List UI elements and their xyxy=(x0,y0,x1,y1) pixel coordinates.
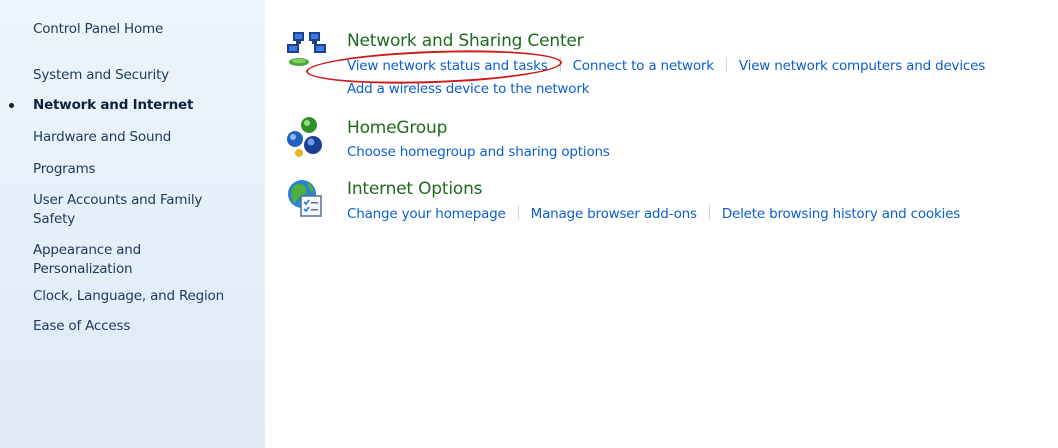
network-sharing-tasks-row1: View network status and tasks Connect to … xyxy=(347,56,985,76)
sidebar-item-label: Appearance and xyxy=(33,242,141,258)
control-panel-window: Control Panel Home System and Security N… xyxy=(0,0,1058,448)
main-content: Network and Sharing Center View network … xyxy=(265,0,1058,448)
separator xyxy=(517,205,519,220)
sidebar-item-ease-of-access[interactable]: Ease of Access xyxy=(33,317,130,336)
homegroup-title[interactable]: HomeGroup xyxy=(347,118,447,138)
change-homepage-link[interactable]: Change your homepage xyxy=(347,204,506,224)
connect-to-network-link[interactable]: Connect to a network xyxy=(573,56,715,76)
sidebar-item-label: User Accounts and Family xyxy=(33,192,203,208)
homegroup-icon[interactable] xyxy=(285,115,329,159)
sidebar-item-network-and-internet[interactable]: Network and Internet xyxy=(33,96,193,115)
active-bullet xyxy=(9,103,14,108)
sidebar-item-hardware-and-sound[interactable]: Hardware and Sound xyxy=(33,128,171,147)
sidebar: Control Panel Home System and Security N… xyxy=(0,0,265,448)
sidebar-item-control-panel-home[interactable]: Control Panel Home xyxy=(33,20,163,39)
sidebar-item-programs[interactable]: Programs xyxy=(33,160,96,179)
separator xyxy=(708,205,710,220)
manage-browser-addons-link[interactable]: Manage browser add-ons xyxy=(531,204,697,224)
view-network-computers-link[interactable]: View network computers and devices xyxy=(739,56,985,76)
sidebar-item-clock-language-region[interactable]: Clock, Language, and Region xyxy=(33,287,224,306)
sidebar-item-appearance[interactable]: Appearance and Personalization xyxy=(33,241,141,279)
internet-options-tasks-row1: Change your homepage Manage browser add-o… xyxy=(347,204,960,224)
add-wireless-device-link[interactable]: Add a wireless device to the network xyxy=(347,79,590,99)
sidebar-item-system-and-security[interactable]: System and Security xyxy=(33,66,169,85)
homegroup-tasks-row1: Choose homegroup and sharing options xyxy=(347,142,610,162)
network-sharing-center-title[interactable]: Network and Sharing Center xyxy=(347,31,584,51)
sidebar-item-label: Safety xyxy=(33,211,75,227)
internet-options-icon[interactable] xyxy=(285,176,329,220)
sidebar-item-user-accounts[interactable]: User Accounts and Family Safety xyxy=(33,191,202,229)
network-sharing-icon[interactable] xyxy=(285,28,329,72)
view-network-status-link[interactable]: View network status and tasks xyxy=(347,56,548,76)
delete-browsing-history-link[interactable]: Delete browsing history and cookies xyxy=(722,204,960,224)
internet-options-title[interactable]: Internet Options xyxy=(347,179,483,199)
separator xyxy=(725,57,727,72)
choose-homegroup-options-link[interactable]: Choose homegroup and sharing options xyxy=(347,142,610,162)
network-sharing-tasks-row2: Add a wireless device to the network xyxy=(347,79,590,99)
sidebar-item-label: Personalization xyxy=(33,261,133,277)
separator xyxy=(559,57,561,72)
